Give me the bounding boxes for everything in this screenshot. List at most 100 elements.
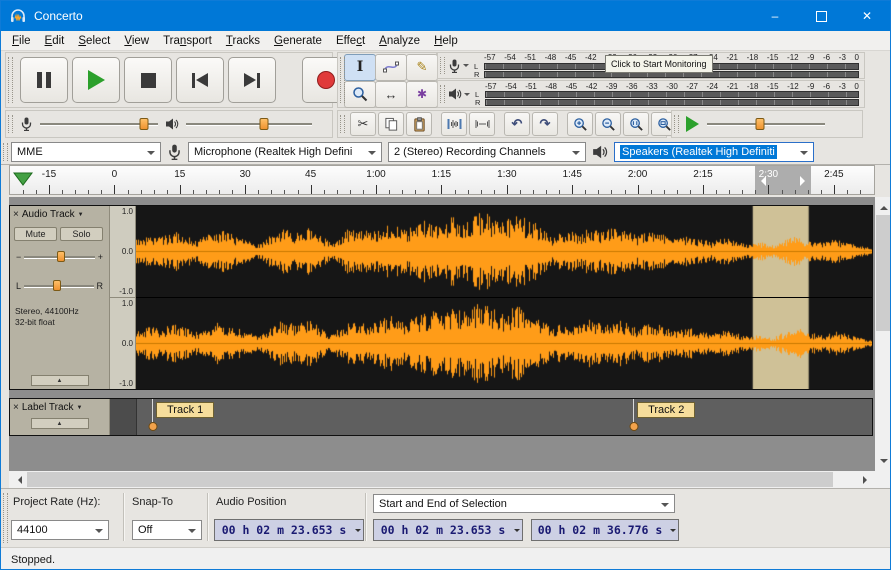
envelope-tool-button[interactable] [375, 54, 407, 81]
play-speed-slider[interactable] [707, 117, 825, 131]
menu-select[interactable]: Select [71, 33, 117, 49]
track-label-2[interactable]: Track 2 [637, 402, 695, 418]
pause-button[interactable] [20, 57, 68, 103]
selection-tool-button[interactable]: I [344, 54, 376, 81]
solo-button[interactable]: Solo [60, 227, 103, 241]
meter-scale-number: -30 [666, 82, 678, 91]
audio-host-select[interactable]: MME [11, 142, 161, 162]
title-bar[interactable]: Concerto – ✕ [1, 1, 890, 31]
ruler-tick [23, 190, 24, 194]
undo-button[interactable]: ↶ [504, 112, 530, 136]
chevron-down-icon[interactable] [463, 64, 469, 70]
mute-button[interactable]: Mute [14, 227, 57, 241]
menu-edit[interactable]: Edit [38, 33, 72, 49]
track-menu-icon[interactable]: ▼ [78, 212, 84, 218]
menu-file[interactable]: File [5, 33, 38, 49]
play-button[interactable] [72, 57, 120, 103]
gain-slider[interactable]: − + [16, 250, 103, 264]
label-pin-icon[interactable] [629, 422, 638, 431]
scroll-right-button[interactable] [858, 471, 875, 488]
close-track-button[interactable]: × [13, 209, 19, 220]
recording-volume-slider[interactable] [40, 117, 158, 131]
timeline-ruler[interactable]: -1501530451:001:151:301:452:002:152:302:… [9, 165, 875, 195]
waveform-right-channel[interactable] [136, 298, 872, 389]
pan-thumb[interactable] [53, 280, 61, 291]
copy-button[interactable] [378, 112, 404, 136]
zoom-tool-button[interactable] [344, 81, 376, 108]
close-button[interactable]: ✕ [844, 1, 890, 31]
track-label-1[interactable]: Track 1 [156, 402, 214, 418]
play-at-speed-icon[interactable] [686, 116, 699, 132]
chevron-down-icon[interactable] [464, 93, 470, 99]
selection-end-field[interactable]: 00 h 02 m 36.776 s [531, 519, 679, 541]
label-stalk [152, 399, 153, 422]
skip-to-end-button[interactable] [228, 57, 276, 103]
maximize-button[interactable] [798, 1, 844, 31]
menu-transport[interactable]: Transport [156, 33, 219, 49]
ruler-tick [638, 185, 639, 194]
playback-meter-body[interactable]: -57-54-51-48-45-42-39-36-33-30-27-24-21-… [475, 82, 859, 107]
ruler-tick [625, 190, 626, 194]
meter-scale-number: -57 [484, 53, 496, 62]
scroll-left-button[interactable] [9, 471, 26, 488]
vertical-scale-ruler[interactable]: 1.0 0.0 -1.0 1.0 0.0 -1.0 [110, 206, 136, 389]
vertical-scrollbar[interactable] [875, 197, 891, 471]
close-track-button[interactable]: × [13, 402, 19, 413]
timeshift-tool-button[interactable]: ↔ [375, 81, 407, 108]
track-format-line1: Stereo, 44100Hz [15, 306, 79, 317]
gain-thumb[interactable] [57, 251, 65, 262]
zoom-selection-button[interactable] [623, 112, 649, 136]
horizontal-scroll-thumb[interactable] [27, 472, 833, 487]
playhead-triangle-icon[interactable] [13, 172, 33, 186]
playback-volume-slider[interactable] [186, 117, 312, 131]
menu-analyze[interactable]: Analyze [372, 33, 427, 49]
snap-to-select[interactable]: Off [132, 520, 202, 540]
track-title: Audio Track [22, 209, 75, 220]
menu-view[interactable]: View [117, 33, 156, 49]
track-menu-icon[interactable]: ▼ [77, 405, 83, 411]
label-pin-icon[interactable] [148, 422, 157, 431]
redo-button[interactable]: ↷ [532, 112, 558, 136]
pan-slider[interactable]: L R [16, 279, 103, 293]
playback-volume-thumb[interactable] [260, 118, 269, 130]
skip-to-start-button[interactable] [176, 57, 224, 103]
playback-meter[interactable]: -57-54-51-48-45-42-39-36-33-30-27-24-21-… [437, 80, 865, 108]
ruler-tick [271, 190, 272, 194]
menu-generate[interactable]: Generate [267, 33, 329, 49]
waveform-display[interactable] [136, 206, 872, 389]
scroll-down-button[interactable] [875, 454, 891, 471]
minimize-button[interactable]: – [752, 1, 798, 31]
project-rate-select[interactable]: 44100 [11, 520, 109, 540]
meter-speaker-wrap [448, 87, 470, 101]
collapse-track-button[interactable]: ▲ [31, 418, 89, 429]
stop-button[interactable] [124, 57, 172, 103]
silence-audio-button[interactable] [469, 112, 495, 136]
zoom-out-button[interactable] [595, 112, 621, 136]
menu-tracks[interactable]: Tracks [219, 33, 267, 49]
recording-channels-select[interactable]: 2 (Stereo) Recording Channels [388, 142, 586, 162]
paste-button[interactable] [406, 112, 432, 136]
recording-volume-thumb[interactable] [139, 118, 148, 130]
scroll-up-button[interactable] [875, 197, 891, 214]
play-speed-thumb[interactable] [756, 118, 765, 130]
menu-help[interactable]: Help [427, 33, 465, 49]
cut-button[interactable]: ✂ [350, 112, 376, 136]
playback-device-select[interactable]: Speakers (Realtek High Definiti [614, 142, 814, 162]
vertical-scroll-thumb[interactable] [876, 215, 891, 331]
playback-meter-scale: -57-54-51-48-45-42-39-36-33-30-27-24-21-… [475, 82, 859, 91]
ruler-tick [376, 185, 377, 194]
recording-device-select[interactable]: Microphone (Realtek High Defini [188, 142, 382, 162]
zoom-in-button[interactable] [567, 112, 593, 136]
selection-start-field[interactable]: 00 h 02 m 23.653 s [373, 519, 523, 541]
selection-range-mode-select[interactable]: Start and End of Selection [373, 494, 675, 513]
horizontal-scrollbar[interactable] [9, 471, 875, 488]
multi-tool-button[interactable]: ✱ [406, 81, 438, 108]
ruler-tick [389, 190, 390, 194]
collapse-track-button[interactable]: ▲ [31, 375, 89, 386]
audio-position-field[interactable]: 00 h 02 m 23.653 s [214, 519, 364, 541]
trim-audio-button[interactable] [441, 112, 467, 136]
waveform-left-channel[interactable] [136, 206, 872, 297]
label-track-content[interactable]: Track 1 Track 2 [137, 399, 872, 435]
menu-effect[interactable]: Effect [329, 33, 372, 49]
draw-tool-button[interactable]: ✎ [406, 54, 438, 81]
